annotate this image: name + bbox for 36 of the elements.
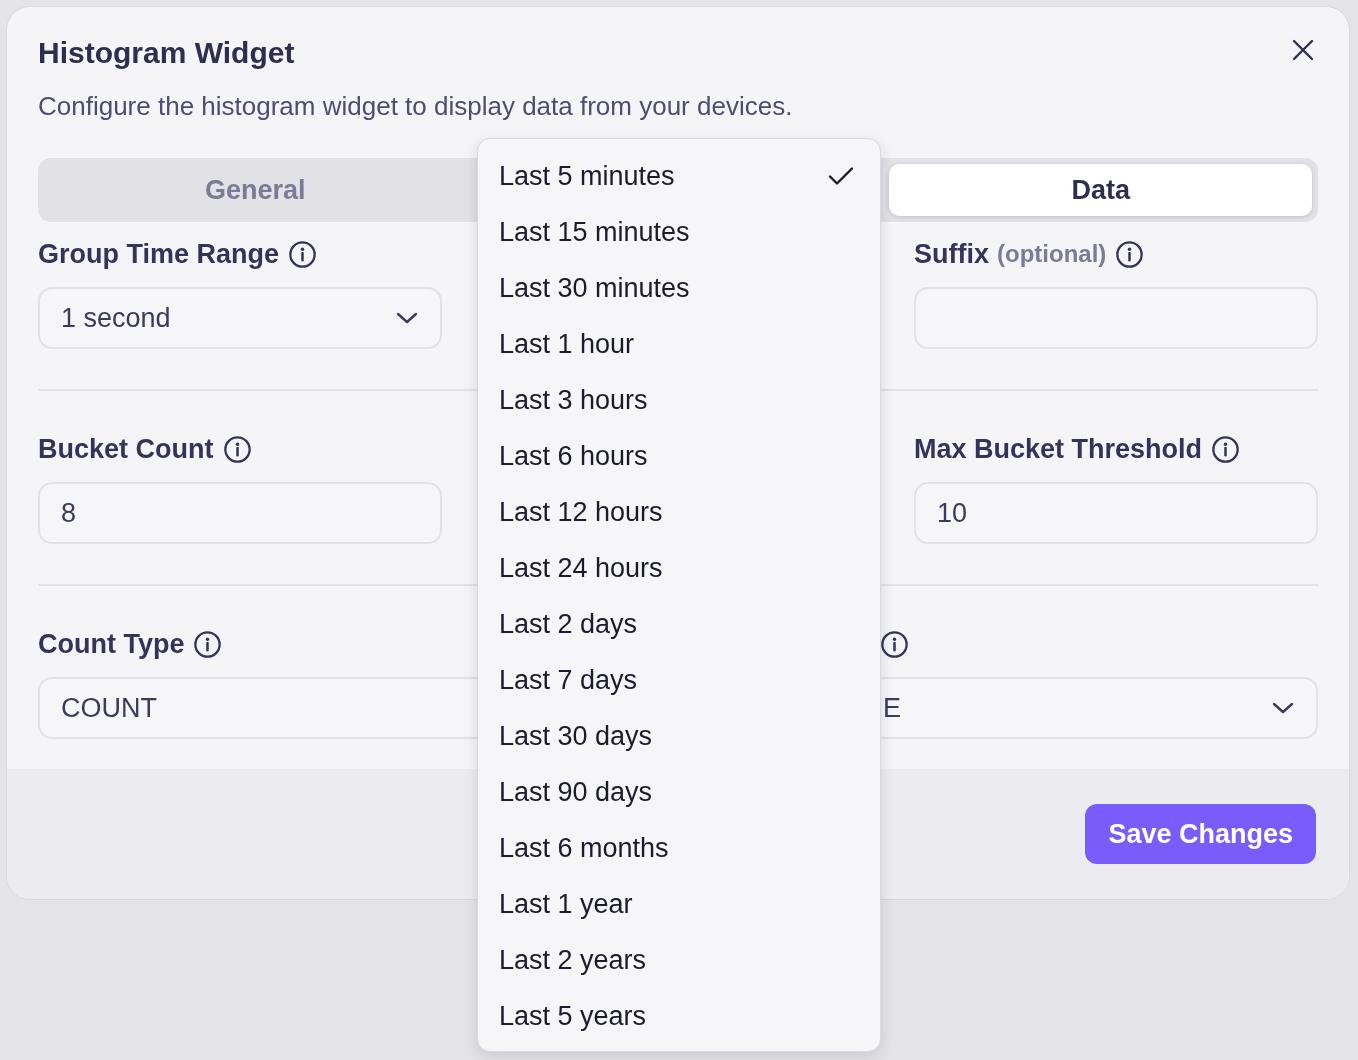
info-icon [1212,435,1240,463]
menu-option[interactable]: Last 30 minutes [478,260,880,316]
chevron-down-icon [1272,701,1294,715]
field-label: Count Type [38,628,185,661]
info-icon [223,435,251,463]
field-label: Group Time Range [38,238,280,271]
field-label: Max Bucket Threshold [914,433,1203,466]
menu-option[interactable]: Last 2 years [478,932,880,988]
tab[interactable]: Data [889,164,1312,216]
menu-option[interactable]: Last 6 months [478,820,880,876]
field-label: Bucket Count [38,433,214,466]
menu-option[interactable]: Last 5 minutes [478,148,880,204]
menu-option[interactable]: Last 24 hours [478,540,880,596]
menu-option[interactable]: Last 3 hours [478,372,880,428]
menu-option[interactable]: Last 5 years [478,988,880,1044]
menu-option[interactable]: Last 12 hours [478,484,880,540]
info-icon [881,630,908,658]
menu-option[interactable]: Last 1 year [478,876,880,932]
text-field[interactable]: 10 [914,482,1318,544]
menu-option[interactable]: Last 2 days [478,596,880,652]
menu-option[interactable]: Last 1 hour [478,316,880,372]
save-button[interactable]: Save Changes [1085,804,1316,864]
menu-option[interactable]: Last 90 days [478,764,880,820]
field-label: Suffix [914,238,989,271]
select-field[interactable]: 1 second [38,287,442,349]
menu-option[interactable]: Last 6 hours [478,428,880,484]
info-icon [194,630,222,658]
dialog-title: Histogram Widget [38,35,295,71]
close-icon[interactable] [1292,39,1314,61]
info-icon [1116,240,1144,268]
text-field[interactable]: 8 [38,482,442,544]
chevron-down-icon [396,311,418,325]
optional-hint: (optional) [997,239,1107,269]
info-icon [289,240,317,268]
dialog-description: Configure the histogram widget to display data from your devices. [38,90,794,123]
menu-option[interactable]: Last 15 minutes [478,204,880,260]
